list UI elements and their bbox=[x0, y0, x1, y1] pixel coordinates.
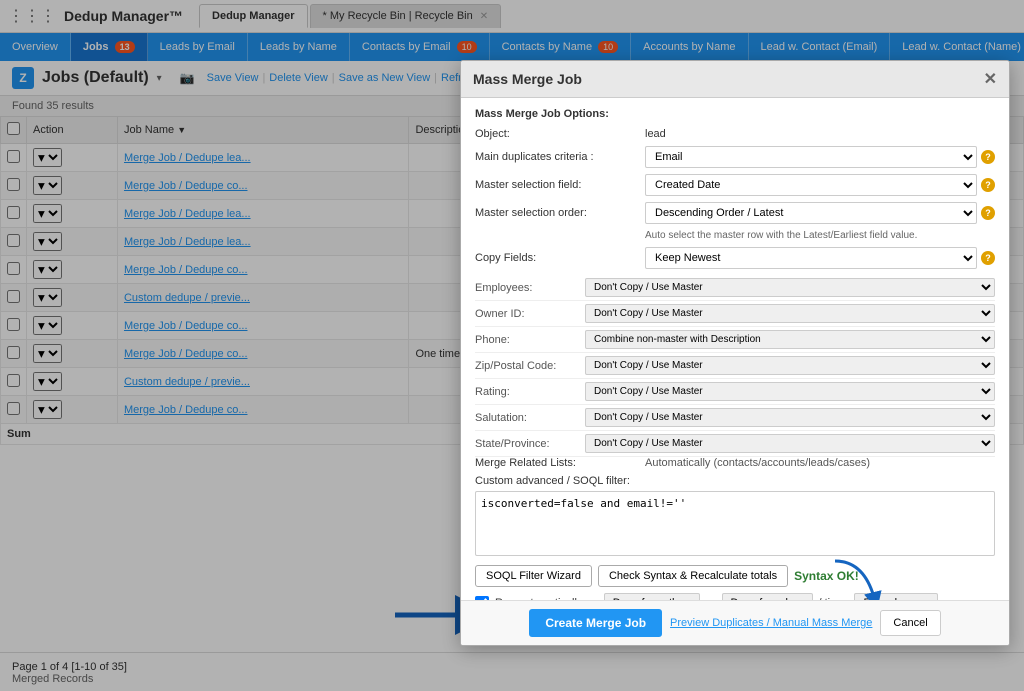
modal-footer: Create Merge Job Preview Duplicates / Ma… bbox=[461, 600, 1009, 645]
copy-fields-row: Copy Fields: Keep Newest ? bbox=[475, 247, 995, 269]
object-value: lead bbox=[645, 128, 995, 140]
auto-select-hint: Auto select the master row with the Late… bbox=[475, 230, 995, 241]
modal-title: Mass Merge Job bbox=[473, 71, 582, 87]
copy-field-select[interactable]: Combine non-master with Description bbox=[585, 330, 995, 349]
copy-fields-select[interactable]: Keep Newest bbox=[645, 247, 977, 269]
copy-field-row: State/Province: Don't Copy / Use Master bbox=[475, 431, 995, 457]
master-order-label: Master selection order: bbox=[475, 207, 645, 219]
copy-field-row: Salutation: Don't Copy / Use Master bbox=[475, 405, 995, 431]
modal-close-icon[interactable]: ✕ bbox=[984, 69, 997, 89]
master-order-row: Master selection order: Descending Order… bbox=[475, 202, 995, 224]
copy-fields-label: Copy Fields: bbox=[475, 252, 645, 264]
day-of-month-select[interactable]: Day of month bbox=[604, 593, 700, 600]
preview-duplicates-button[interactable]: Preview Duplicates / Manual Mass Merge bbox=[670, 617, 872, 629]
copy-field-select[interactable]: Don't Copy / Use Master bbox=[585, 356, 995, 375]
copy-field-label: Employees: bbox=[475, 282, 585, 294]
filter-section: Custom advanced / SOQL filter: isconvert… bbox=[475, 475, 995, 559]
soql-wizard-button[interactable]: SOQL Filter Wizard bbox=[475, 565, 592, 587]
mass-merge-modal: Mass Merge Job ✕ Mass Merge Job Options:… bbox=[460, 60, 1010, 646]
filter-buttons: SOQL Filter Wizard Check Syntax & Recalc… bbox=[475, 565, 995, 587]
merge-related-value: Automatically (contacts/accounts/leads/c… bbox=[645, 457, 870, 469]
master-field-select[interactable]: Created Date bbox=[645, 174, 977, 196]
master-order-help-icon: ? bbox=[981, 206, 995, 220]
create-merge-job-button[interactable]: Create Merge Job bbox=[529, 609, 662, 637]
check-syntax-button[interactable]: Check Syntax & Recalculate totals bbox=[598, 565, 788, 587]
copy-field-row: Owner ID: Don't Copy / Use Master bbox=[475, 301, 995, 327]
main-dup-help-icon: ? bbox=[981, 150, 995, 164]
merge-related-row: Merge Related Lists: Automatically (cont… bbox=[475, 457, 995, 469]
copy-field-select[interactable]: Don't Copy / Use Master bbox=[585, 434, 995, 453]
master-field-help-icon: ? bbox=[981, 178, 995, 192]
copy-field-select[interactable]: Don't Copy / Use Master bbox=[585, 408, 995, 427]
main-dup-row: Main duplicates criteria : Email ? bbox=[475, 146, 995, 168]
copy-field-select[interactable]: Don't Copy / Use Master bbox=[585, 382, 995, 401]
copy-field-label: Phone: bbox=[475, 334, 585, 346]
master-field-row: Master selection field: Created Date ? bbox=[475, 174, 995, 196]
modal-header: Mass Merge Job ✕ bbox=[461, 61, 1009, 98]
copy-fields-section: Employees: Don't Copy / Use Master Owner… bbox=[475, 275, 995, 457]
merge-related-label: Merge Related Lists: bbox=[475, 457, 645, 469]
object-label: Object: bbox=[475, 128, 645, 140]
copy-field-select[interactable]: Don't Copy / Use Master bbox=[585, 278, 995, 297]
copy-fields-help-icon: ? bbox=[981, 251, 995, 265]
copy-field-select[interactable]: Don't Copy / Use Master bbox=[585, 304, 995, 323]
filter-textarea[interactable]: isconverted=false and email!='' bbox=[475, 491, 995, 556]
modal-body: Mass Merge Job Options: Object: lead Mai… bbox=[461, 98, 1009, 600]
schedule-row: Run automatically on Day of month or Day… bbox=[475, 593, 995, 600]
master-field-label: Master selection field: bbox=[475, 179, 645, 191]
main-dup-label: Main duplicates criteria : bbox=[475, 151, 645, 163]
copy-field-label: Salutation: bbox=[475, 412, 585, 424]
copy-field-label: Zip/Postal Code: bbox=[475, 360, 585, 372]
day-of-week-select[interactable]: Day of week bbox=[722, 593, 813, 600]
object-row: Object: lead bbox=[475, 128, 995, 140]
arrow-icon bbox=[825, 556, 885, 600]
copy-field-row: Rating: Don't Copy / Use Master bbox=[475, 379, 995, 405]
cancel-button[interactable]: Cancel bbox=[880, 610, 940, 636]
filter-label: Custom advanced / SOQL filter: bbox=[475, 475, 995, 487]
copy-field-row: Zip/Postal Code: Don't Copy / Use Master bbox=[475, 353, 995, 379]
master-order-select[interactable]: Descending Order / Latest bbox=[645, 202, 977, 224]
options-header: Mass Merge Job Options: bbox=[475, 108, 995, 120]
main-dup-select[interactable]: Email bbox=[645, 146, 977, 168]
copy-field-row: Phone: Combine non-master with Descripti… bbox=[475, 327, 995, 353]
copy-field-label: Rating: bbox=[475, 386, 585, 398]
copy-field-label: State/Province: bbox=[475, 438, 585, 450]
copy-field-label: Owner ID: bbox=[475, 308, 585, 320]
copy-field-row: Employees: Don't Copy / Use Master bbox=[475, 275, 995, 301]
